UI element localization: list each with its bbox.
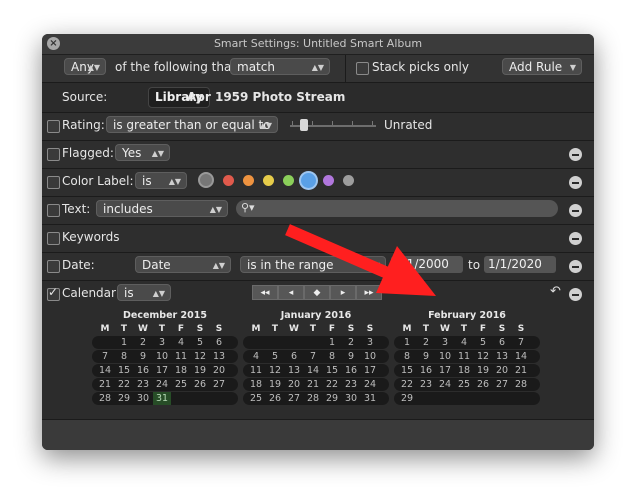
arrow-shaft xyxy=(285,224,400,283)
red-annotation-arrow xyxy=(285,224,436,296)
